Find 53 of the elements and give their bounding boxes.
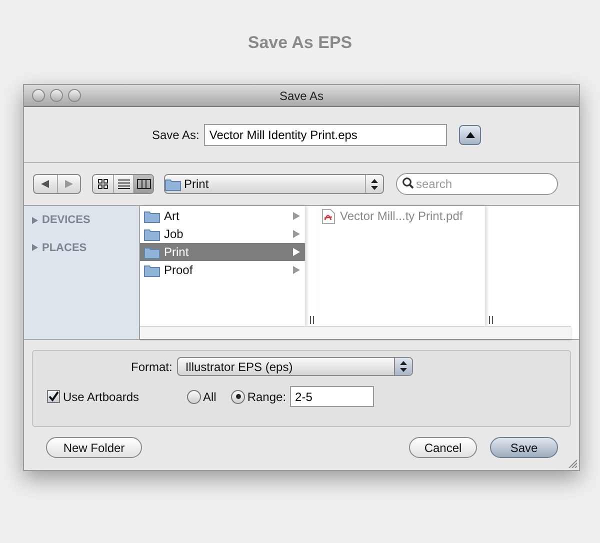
disclosure-arrow-icon: [293, 248, 300, 256]
path-popup-button[interactable]: Print: [164, 174, 384, 194]
folder-row[interactable]: Proof: [140, 261, 305, 279]
column-view-icon: [136, 179, 150, 189]
file-row[interactable]: Vector Mill...ty Print.pdf: [322, 207, 485, 225]
radio-button[interactable]: All: [187, 388, 216, 406]
grid-view-icon: [98, 179, 108, 189]
view-mode-button[interactable]: [133, 175, 153, 193]
folder-icon: [144, 210, 160, 222]
folder-row[interactable]: Job: [140, 225, 305, 243]
view-mode-button[interactable]: [113, 175, 133, 193]
folder-icon: [165, 178, 181, 190]
radio-button[interactable]: Range:: [231, 388, 286, 406]
column-resize-handle[interactable]: [310, 316, 314, 324]
resize-grip-icon[interactable]: [567, 458, 577, 468]
stepper-arrows-icon: [400, 361, 408, 372]
disclosure-arrow-icon: [293, 212, 300, 220]
search-icon: [402, 177, 414, 189]
folder-icon: [144, 246, 160, 258]
stepper-arrows-icon: [371, 178, 378, 190]
checkmark-icon: [48, 391, 59, 402]
back-forward-control[interactable]: [33, 174, 81, 194]
filename-field[interactable]: Vector Mill Identity Print.eps: [204, 124, 448, 146]
disclosure-triangle-icon[interactable]: [32, 244, 38, 252]
collapse-button[interactable]: [459, 124, 482, 144]
search-field[interactable]: search: [396, 173, 558, 195]
use-artboards-checkbox[interactable]: Use Artboards: [47, 388, 187, 406]
dialog-button[interactable]: New Folder: [46, 437, 142, 458]
view-mode-button[interactable]: [93, 175, 113, 193]
disclosure-arrow-icon: [293, 266, 300, 274]
view-mode-control[interactable]: [92, 174, 154, 194]
window-control-button[interactable]: [32, 89, 45, 102]
window-control-button[interactable]: [50, 89, 63, 102]
up-triangle-icon: [466, 132, 475, 138]
folder-row[interactable]: Art: [140, 207, 305, 225]
save-as-label: Save As:: [152, 126, 200, 144]
window-control-button[interactable]: [68, 89, 81, 102]
column-resize-handle[interactable]: [489, 316, 493, 324]
folder-icon: [144, 228, 160, 240]
page-heading: Save As EPS: [248, 33, 352, 53]
format-label: Format:: [131, 358, 172, 376]
back-arrow-icon[interactable]: [41, 180, 50, 188]
list-view-icon: [118, 179, 130, 189]
dialog-button[interactable]: Cancel: [409, 437, 477, 458]
format-popup-button[interactable]: Illustrator EPS (eps): [177, 357, 414, 376]
disclosure-triangle-icon[interactable]: [32, 216, 38, 224]
disclosure-arrow-icon: [293, 230, 300, 238]
pdf-document-icon: [322, 208, 335, 224]
dialog-button[interactable]: Save: [490, 437, 558, 458]
range-field[interactable]: 2-5: [290, 386, 374, 407]
window-title: Save As: [279, 88, 324, 104]
folder-row[interactable]: Print: [140, 243, 305, 261]
folder-icon: [144, 264, 160, 276]
